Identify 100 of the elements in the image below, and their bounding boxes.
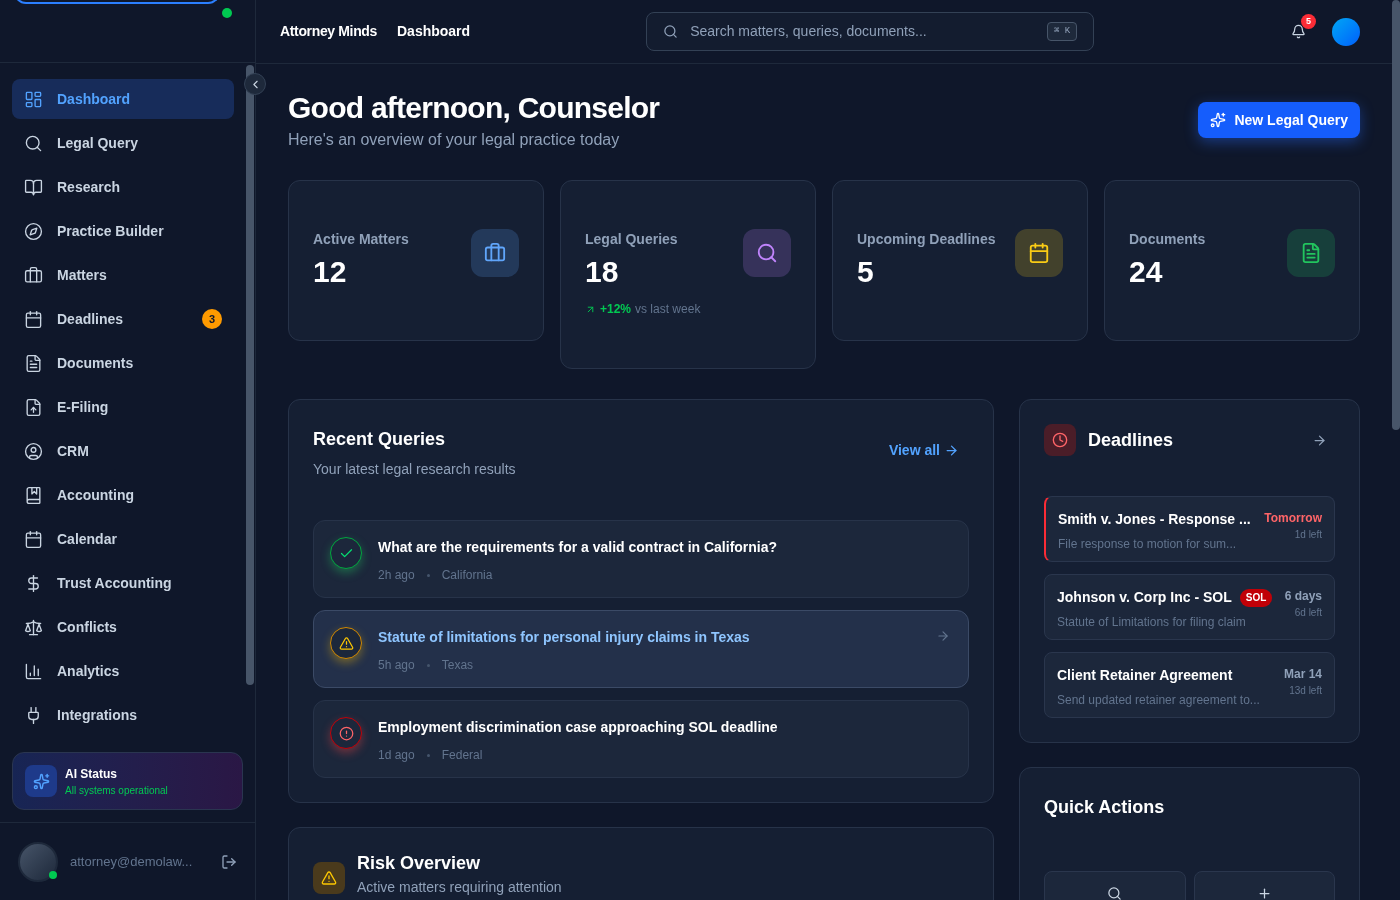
stat-value: 18 — [585, 254, 620, 290]
section-subtitle: Active matters requiring attention — [357, 878, 562, 897]
deadline-title: Smith v. Jones - Response ... — [1058, 510, 1251, 529]
nav-item[interactable]: Deadlines 3 — [12, 299, 234, 339]
check-icon — [330, 537, 362, 569]
search-icon — [663, 24, 679, 39]
alert-icon — [330, 717, 362, 749]
deadline-description: File response to motion for sum... — [1058, 536, 1238, 553]
nav-item[interactable]: Analytics — [12, 651, 234, 691]
shortcut-key: ⌘ K — [1046, 21, 1078, 42]
compass-icon — [24, 221, 43, 241]
search-icon — [24, 133, 43, 153]
arrow-right-icon — [936, 629, 950, 643]
book-icon — [24, 177, 43, 197]
query-item[interactable]: What are the requirements for a valid contract in California? 2h ago California — [313, 520, 969, 598]
warning-icon — [330, 627, 362, 659]
nav-item[interactable]: Practice Builder — [12, 211, 234, 251]
nav-item[interactable]: Accounting — [12, 475, 234, 515]
query-title: What are the requirements for a valid contract in California? — [378, 538, 779, 557]
arrow-right-button[interactable] — [1312, 432, 1327, 448]
days-left: 1d left — [1294, 528, 1322, 542]
sol-badge: SOL — [1239, 588, 1273, 607]
search-field[interactable]: Search matters, queries, documents... ⌘ K — [646, 12, 1095, 51]
ai-status-text: All systems operational — [65, 783, 168, 798]
profile-avatar[interactable] — [1332, 17, 1360, 46]
section-title: Quick Actions — [1044, 796, 1166, 819]
trend-value: +12% — [600, 301, 632, 318]
trend-label: vs last week — [635, 301, 701, 318]
calendar-icon — [24, 529, 43, 549]
days-left: 6d left — [1294, 606, 1322, 620]
calendar-icon — [24, 309, 43, 329]
warning-icon — [313, 862, 345, 894]
nav-item[interactable]: Research — [12, 167, 234, 207]
stat-value: 24 — [1129, 254, 1164, 290]
stat-label: Documents — [1129, 230, 1206, 249]
logout-button[interactable] — [221, 853, 237, 870]
deadline-title: Johnson v. Corp Inc - SOL — [1057, 588, 1232, 607]
document-icon — [24, 353, 43, 373]
deadline-item[interactable]: Johnson v. Corp Inc - SOL SOL Statute of Limitations for filing claim 6 days 6d left — [1044, 574, 1335, 640]
nav-item[interactable]: Matters — [12, 255, 234, 295]
notification-count: 5 — [1301, 14, 1316, 29]
clock-icon — [1044, 424, 1076, 456]
stat-value: 12 — [313, 254, 348, 290]
collapse-button[interactable] — [244, 73, 266, 95]
scale-icon — [24, 617, 43, 637]
search-input[interactable]: Search matters, queries, documents... — [690, 21, 1035, 42]
deadline-item[interactable]: Smith v. Jones - Response ... File response to motion for sum... Tomorrow 1d left — [1044, 496, 1335, 562]
arrow-right-icon — [944, 443, 959, 458]
deadline-date: 6 days — [1284, 588, 1322, 605]
view-all-link[interactable]: View all — [888, 440, 959, 461]
deadline-date: Mar 14 — [1283, 666, 1322, 683]
page-title: Dashboard — [397, 22, 471, 41]
briefcase-icon — [24, 265, 43, 285]
section-title: Deadlines — [1088, 428, 1175, 452]
greeting-subtitle: Here's an overview of your legal practice today — [288, 130, 621, 150]
query-jurisdiction: Texas — [441, 657, 474, 674]
plus-icon — [1256, 886, 1272, 900]
sparkles-icon — [25, 765, 57, 797]
brand-name: Attorney Minds — [280, 22, 377, 41]
bar-chart-icon — [24, 661, 43, 681]
deadline-description: Send updated retainer agreement to... — [1057, 692, 1260, 709]
file-upload-icon — [24, 397, 43, 417]
deadline-description: Statute of Limitations for filing claim — [1057, 614, 1247, 631]
deadline-date: Tomorrow — [1264, 510, 1322, 527]
user-circle-icon — [24, 441, 43, 461]
query-jurisdiction: Federal — [441, 747, 483, 764]
sparkles-icon — [1210, 112, 1227, 128]
nav-item[interactable]: Documents — [12, 343, 234, 383]
nav-item[interactable]: CRM — [12, 431, 234, 471]
nav-item[interactable]: Integrations — [12, 695, 234, 735]
deadline-item[interactable]: Client Retainer Agreement Send updated retainer agreement to... Mar 14 13d left — [1044, 652, 1335, 718]
stat-label: Active Matters — [313, 230, 409, 249]
dashboard-icon — [24, 89, 43, 109]
query-time: 5h ago — [378, 657, 415, 674]
stat-label: Legal Queries — [585, 230, 679, 249]
count-badge: 3 — [202, 309, 222, 329]
query-item[interactable]: Employment discrimination case approaching SOL deadline 1d ago Federal — [313, 700, 969, 778]
query-item[interactable]: Statute of limitations for personal injury claims in Texas 5h ago Texas — [313, 610, 969, 688]
bookmark-book-icon — [24, 485, 43, 505]
stat-label: Upcoming Deadlines — [857, 230, 996, 249]
nav-item[interactable]: Conflicts — [12, 607, 234, 647]
section-title: Risk Overview — [357, 852, 482, 875]
nav-item[interactable]: Dashboard — [12, 79, 234, 119]
query-time: 2h ago — [378, 567, 415, 584]
notifications-button[interactable] — [1291, 24, 1306, 39]
nav-item[interactable]: E-Filing — [12, 387, 234, 427]
nav-item[interactable]: Trust Accounting — [12, 563, 234, 603]
query-title: Statute of limitations for personal injury claims in Texas — [378, 628, 751, 647]
stat-value: 5 — [857, 254, 875, 290]
nav-item[interactable]: Legal Query — [12, 123, 234, 163]
search-icon — [1107, 886, 1123, 900]
deadline-title: Client Retainer Agreement — [1057, 666, 1233, 685]
query-jurisdiction: California — [441, 567, 493, 584]
new-query-button[interactable]: New Legal Query — [1198, 102, 1360, 138]
greeting-title: Good afternoon, Counselor — [288, 90, 660, 126]
nav-item[interactable]: Calendar — [12, 519, 234, 559]
query-time: 1d ago — [378, 747, 415, 764]
user-email: attorney@demolaw... — [70, 852, 194, 871]
query-title: Employment discrimination case approaching SOL deadline — [378, 718, 779, 737]
ai-status-title: AI Status — [65, 765, 118, 783]
